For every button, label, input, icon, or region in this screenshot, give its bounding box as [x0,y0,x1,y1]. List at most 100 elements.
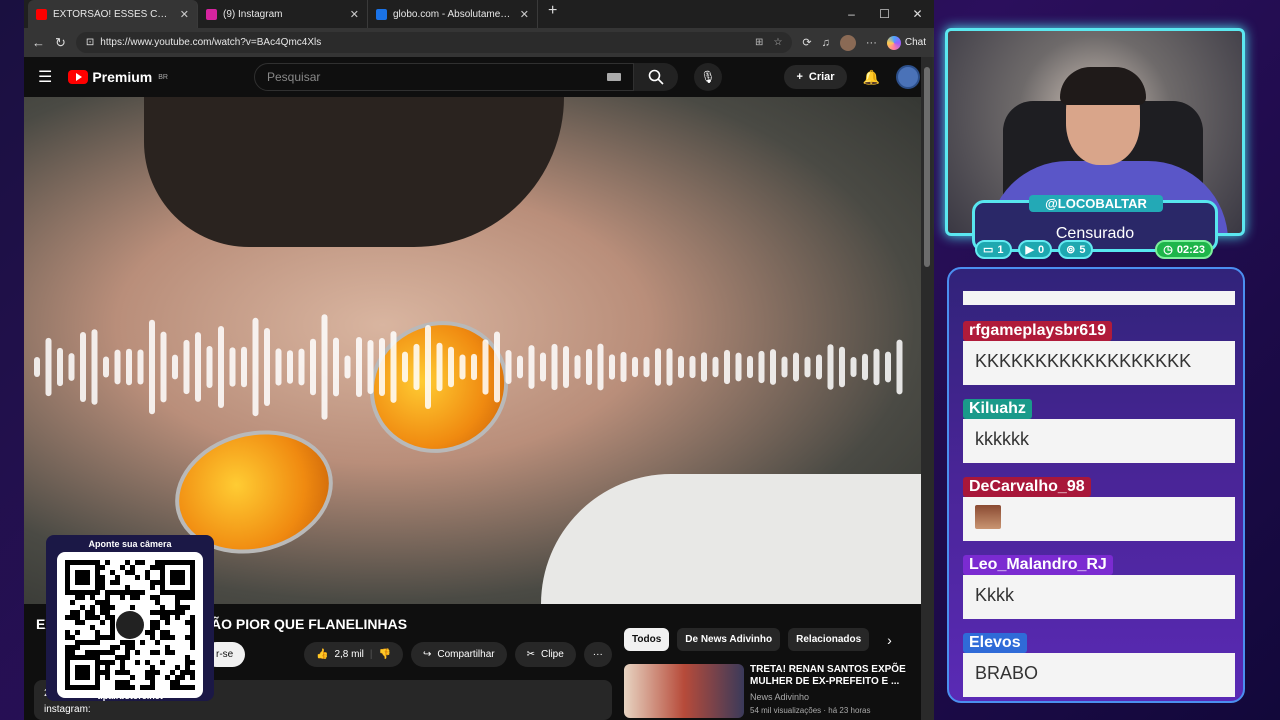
favorite-star-icon[interactable]: ☆ [773,37,782,48]
waveform-bar [390,331,397,403]
notifications-bell-icon[interactable]: 🔔 [863,69,880,86]
microphone-icon: 🎙 [700,70,716,84]
chip-channel[interactable]: De News Adivinho [677,628,781,651]
chat-username: rfgameplaysbr619 [963,321,1112,341]
clip-label: Clipe [541,649,564,660]
media-icon[interactable]: ♫ [822,37,830,49]
waveform-bar [896,339,903,395]
waveform-bar [563,346,569,388]
waveform-bar [678,355,684,379]
waveform-bar [724,349,730,385]
back-icon[interactable]: ← [32,35,45,50]
youtube-logo[interactable]: Premium BR [68,69,168,85]
site-info-icon[interactable]: ⊡ [86,37,94,48]
create-button[interactable]: + Criar [784,65,847,89]
more-actions-button[interactable]: ··· [583,642,612,667]
link-icon: ⊚ [1066,244,1076,256]
chat-message: Leo_Malandro_RJ Kkkk [963,555,1235,619]
waveform-bar [57,347,63,387]
recommended-title[interactable]: TRETA! RENAN SANTOS EXPÕE MULHER DE EX-P… [750,664,910,688]
waveform-bar [413,343,420,391]
share-button[interactable]: ↪ Compartilhar [410,642,507,667]
waveform-bar [34,357,40,377]
chat-emote [975,505,1001,529]
waveform-bar [620,351,627,383]
search-button[interactable] [634,63,678,91]
waveform-bar [149,319,155,415]
waveform-bar [287,350,293,384]
waveform-bar [402,351,408,383]
more-icon: ··· [592,649,603,660]
search-input[interactable]: Pesquisar [254,63,634,91]
video-thumbnail[interactable] [624,664,744,718]
like-button[interactable]: 👍 2,8 mil | 👎 [304,642,403,667]
url-field[interactable]: ⊡ https://www.youtube.com/watch?v=BAc4Qm… [75,32,793,53]
chat-button[interactable]: Chat [886,35,926,50]
waveform-bar [229,347,236,387]
close-icon[interactable]: ✕ [350,8,359,21]
chevron-right-icon[interactable]: › [887,632,892,648]
waveform-bar [701,352,707,382]
close-window-icon[interactable]: ✕ [901,0,934,28]
waveform-bar [689,355,696,379]
recommended-info: TRETA! RENAN SANTOS EXPÕE MULHER DE EX-P… [750,664,910,718]
search-icon [648,69,664,85]
scrollbar-thumb[interactable] [924,67,930,267]
reload-icon[interactable]: ↻ [55,35,66,51]
app-icon[interactable]: ⊞ [755,37,763,48]
browser-window: EXTORSÃO! ESSES CARAS TÃO PIOR ✕ (9) Ins… [24,0,934,720]
chip-all[interactable]: Todos [624,628,670,651]
chat-message: DeCarvalho_98 [963,477,1235,541]
waveform-bar [770,349,776,385]
extension-icon[interactable]: ⟳ [802,36,811,49]
qr-overlay: Aponte sua câmera tipa.rbstore.net [46,535,214,701]
chat-text: BRABO [963,653,1235,697]
thumbs-up-icon: 👍 [316,649,329,660]
waveform-bar [540,352,546,382]
window-controls: – ☐ ✕ [835,0,934,28]
waveform-bar [310,338,316,396]
recommended-meta: 54 mil visualizações · há 23 horas [750,706,871,715]
live-chat: rfgameplaysbr619 KKKKKKKKKKKKKKKKKK Kilu… [947,267,1245,703]
waveform-bar [666,348,673,386]
chat-username: Elevos [963,633,1027,653]
profile-avatar[interactable] [839,34,856,51]
waveform-bar [885,351,891,383]
waveform-bar [172,354,178,380]
scissors-icon: ✂ [526,649,535,660]
minimize-icon[interactable]: – [835,0,868,28]
tab-label: globo.com - Absolutamente tudo [393,8,514,20]
thumbs-down-icon[interactable]: 👎 [379,649,391,660]
page-scrollbar[interactable] [921,57,934,720]
streamer-hair [1060,67,1146,105]
chip-related[interactable]: Relacionados [788,628,870,651]
close-icon[interactable]: ✕ [520,8,529,21]
qr-url: tipa.rbstore.net [97,691,163,701]
timer-value: 02:23 [1176,243,1205,256]
maximize-icon[interactable]: ☐ [868,0,901,28]
close-icon[interactable]: ✕ [180,8,189,21]
waveform-bar [793,352,799,382]
recommended-channel[interactable]: News Adivinho [750,692,910,702]
waveform-bar [206,346,213,388]
waveform-bar [91,329,98,405]
youtube-header: ☰ Premium BR Pesquisar 🎙 + Criar 🔔 [24,57,934,97]
keyboard-icon[interactable] [607,73,621,81]
voice-search-button[interactable]: 🎙 [694,63,722,91]
audio-waveform [34,314,903,420]
recommended-video[interactable]: TRETA! RENAN SANTOS EXPÕE MULHER DE EX-P… [624,664,928,718]
waveform-bar [804,356,811,378]
waveform-bar [471,353,477,381]
new-tab-button[interactable]: + [538,0,567,28]
more-icon[interactable]: ··· [866,37,877,49]
video-player[interactable] [24,97,921,604]
search-placeholder: Pesquisar [267,70,321,84]
youtube-play-icon [68,70,89,84]
waveform-bar [126,348,132,386]
tab-globo[interactable]: globo.com - Absolutamente tudo ✕ [368,0,538,28]
tab-instagram[interactable]: (9) Instagram ✕ [198,0,368,28]
tab-youtube[interactable]: EXTORSÃO! ESSES CARAS TÃO PIOR ✕ [28,0,198,28]
menu-icon[interactable]: ☰ [38,67,52,87]
clip-button[interactable]: ✂ Clipe [514,642,576,667]
account-avatar[interactable] [896,65,920,89]
